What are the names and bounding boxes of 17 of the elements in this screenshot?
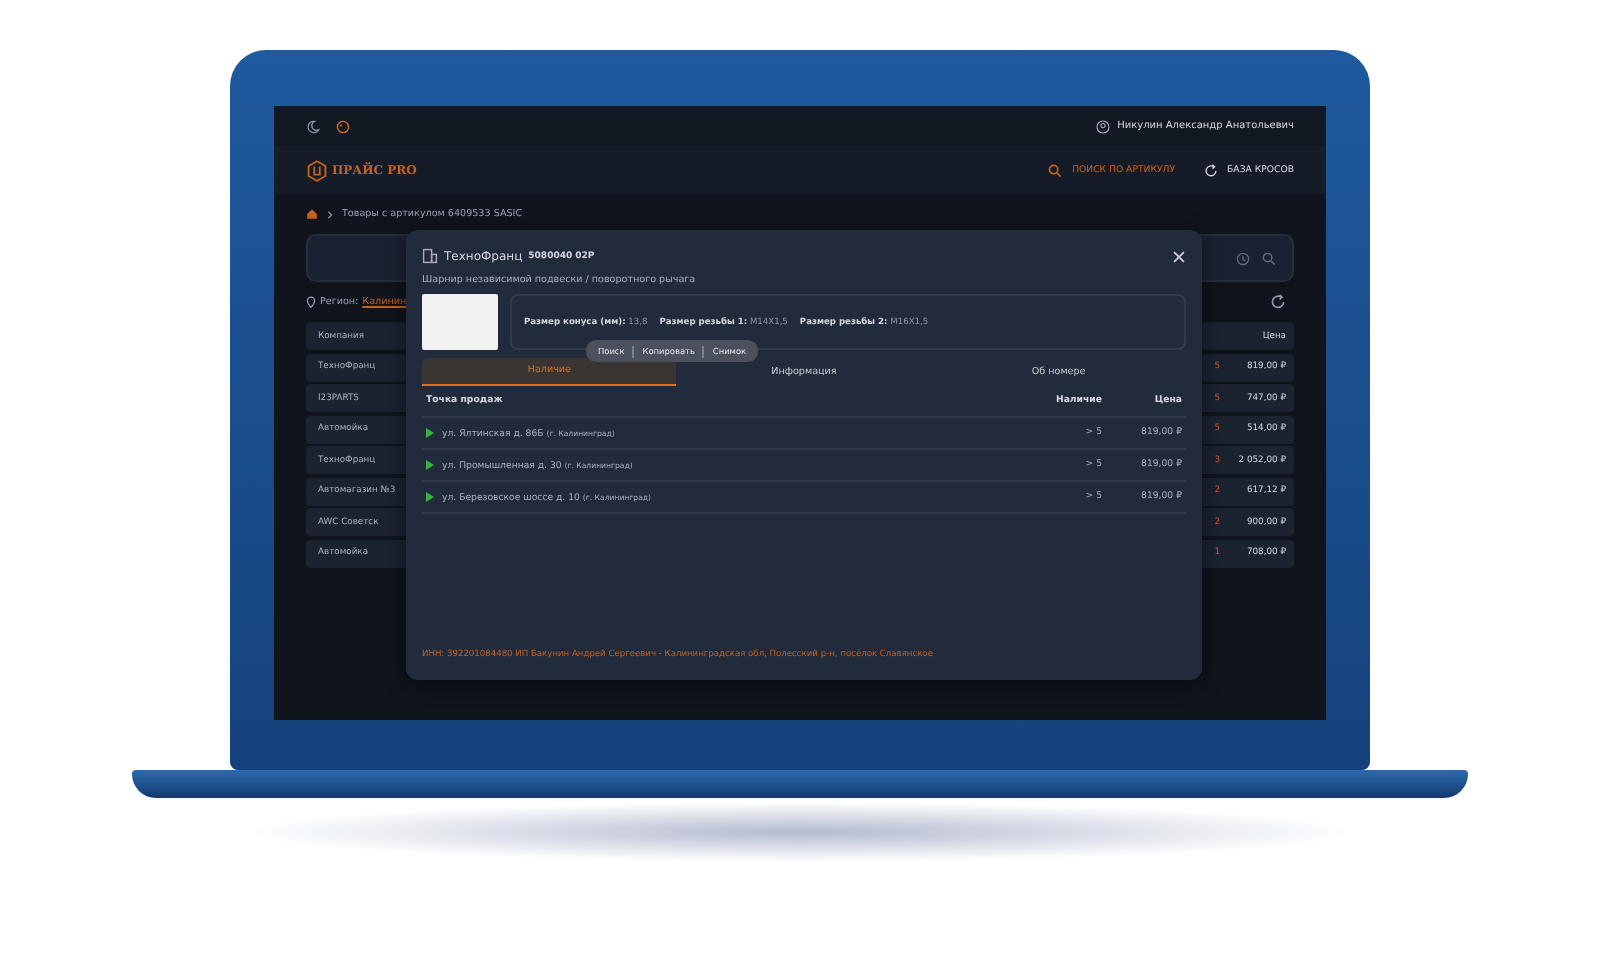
chevron-icon [326, 209, 334, 219]
moon-icon[interactable] [306, 119, 320, 133]
home-icon[interactable] [306, 208, 318, 220]
refresh-icon [1203, 163, 1218, 177]
logo-icon[interactable] [306, 159, 328, 181]
location-pin-icon [306, 296, 316, 308]
expand-arrow-icon[interactable] [426, 460, 434, 470]
search-icon[interactable] [1262, 251, 1276, 265]
user-icon[interactable] [1095, 119, 1110, 133]
search-icon [1048, 163, 1063, 177]
building-icon [422, 248, 438, 264]
expand-arrow-icon[interactable] [426, 428, 434, 438]
palette-icon[interactable] [336, 119, 350, 133]
expand-arrow-icon[interactable] [426, 492, 434, 502]
close-icon[interactable] [1172, 249, 1186, 263]
refresh-icon[interactable] [1270, 294, 1286, 310]
history-icon[interactable] [1236, 251, 1250, 265]
